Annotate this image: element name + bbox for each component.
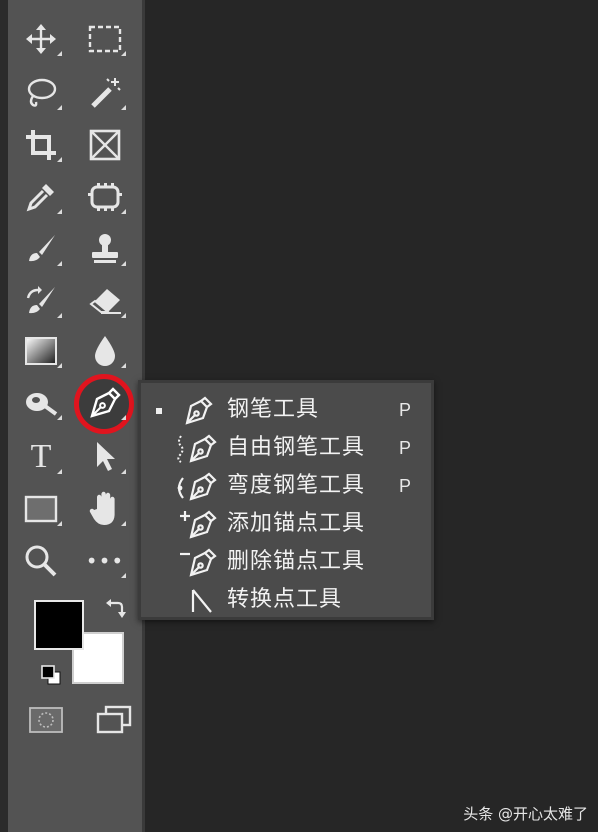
menu-item-shortcut: P — [399, 476, 412, 496]
hand-icon — [89, 491, 115, 525]
submenu-indicator — [121, 521, 126, 526]
submenu-indicator — [57, 261, 62, 266]
submenu-indicator — [57, 521, 62, 526]
submenu-indicator — [121, 209, 126, 214]
menu-item-shortcut: P — [399, 400, 412, 420]
submenu-indicator — [121, 415, 126, 420]
menu-item-delete-anchor-point-tool[interactable]: 删除锚点工具 — [141, 543, 431, 581]
hand-tool[interactable] — [78, 486, 132, 532]
submenu-indicator — [57, 157, 62, 162]
eyedropper-icon — [26, 184, 54, 212]
history-brush-tool[interactable] — [14, 278, 68, 324]
history-brush-icon — [26, 286, 55, 314]
foreground-color-swatch[interactable] — [34, 600, 84, 650]
zoom-icon — [25, 545, 57, 577]
crop-icon — [26, 130, 56, 160]
submenu-indicator — [121, 51, 126, 56]
swap-colors-button[interactable] — [104, 597, 126, 623]
move-tool[interactable] — [14, 16, 68, 62]
eyedropper-tool[interactable] — [14, 174, 68, 220]
menu-item-label: 添加锚点工具 — [227, 511, 366, 536]
more-icon: ••• — [85, 549, 125, 573]
magic-wand-icon — [91, 78, 121, 108]
pen-icon — [90, 387, 121, 418]
default-colors-icon — [41, 665, 61, 685]
gradient-tool[interactable] — [14, 328, 68, 374]
stamp-icon — [92, 234, 118, 263]
menu-item-freeform-pen-tool[interactable]: 自由钢笔工具 P — [141, 429, 431, 467]
stamp-tool[interactable] — [78, 226, 132, 272]
quick-mask-button[interactable] — [28, 706, 64, 738]
submenu-indicator — [57, 363, 62, 368]
screen-mode-button[interactable] — [94, 704, 134, 742]
pen-tool-flyout-menu: 钢笔工具 P 自由钢笔工具 P 弯度钢笔工具 P 添加锚点工具 删除锚点工具 转… — [138, 380, 434, 620]
menu-item-convert-point-tool[interactable]: 转换点工具 — [141, 581, 431, 619]
gradient-icon — [25, 337, 57, 365]
active-tool-bullet — [156, 408, 162, 414]
submenu-indicator — [121, 573, 126, 578]
menu-item-label: 钢笔工具 — [227, 397, 320, 422]
arrow-icon — [97, 442, 115, 471]
eraser-icon — [89, 289, 121, 314]
freeform-pen-icon — [177, 434, 217, 463]
default-colors-button[interactable] — [40, 664, 62, 690]
watermark: 头条 @开心太难了 — [463, 805, 588, 823]
frame-tool[interactable] — [78, 122, 132, 168]
patch-tool[interactable] — [78, 174, 132, 220]
tools-panel: T ••• — [8, 0, 145, 832]
swap-arrows-icon — [106, 599, 126, 618]
move-icon — [26, 24, 56, 54]
lasso-tool[interactable] — [14, 70, 68, 116]
more-tools[interactable]: ••• — [78, 538, 132, 584]
menu-item-label: 自由钢笔工具 — [227, 435, 366, 460]
left-edge — [0, 0, 8, 832]
brush-tool[interactable] — [14, 226, 68, 272]
magic-wand-tool[interactable] — [78, 70, 132, 116]
menu-item-label: 转换点工具 — [227, 587, 343, 612]
curvature-pen-icon — [177, 472, 217, 501]
submenu-indicator — [57, 105, 62, 110]
submenu-indicator — [57, 415, 62, 420]
submenu-indicator — [121, 469, 126, 474]
menu-item-add-anchor-point-tool[interactable]: 添加锚点工具 — [141, 505, 431, 543]
add-anchor-icon — [180, 510, 217, 539]
submenu-indicator — [121, 313, 126, 318]
delete-anchor-icon — [180, 548, 217, 577]
submenu-indicator — [57, 51, 62, 56]
path-selection-tool[interactable] — [78, 434, 132, 480]
type-tool[interactable]: T — [14, 434, 68, 480]
drop-icon — [95, 336, 115, 366]
blur-tool[interactable] — [78, 328, 132, 374]
eraser-tool[interactable] — [78, 278, 132, 324]
rectangle-icon — [24, 495, 58, 523]
menu-item-shortcut: P — [399, 438, 412, 458]
frame-icon — [89, 129, 121, 161]
pen-icon — [185, 396, 213, 425]
pen-tool[interactable] — [78, 380, 132, 426]
rect-marquee-icon — [88, 25, 122, 53]
submenu-indicator — [57, 313, 62, 318]
shape-tool[interactable] — [14, 486, 68, 532]
dodge-tool[interactable] — [14, 380, 68, 426]
marquee-tool[interactable] — [78, 16, 132, 62]
menu-item-label: 弯度钢笔工具 — [227, 473, 366, 498]
screen-mode-icon — [96, 705, 132, 734]
menu-item-pen-tool[interactable]: 钢笔工具 P — [141, 391, 431, 429]
submenu-indicator — [57, 209, 62, 214]
lasso-icon — [27, 78, 57, 107]
submenu-indicator — [121, 363, 126, 368]
brush-icon — [29, 235, 55, 262]
patch-icon — [88, 183, 122, 211]
menu-item-label: 删除锚点工具 — [227, 549, 366, 574]
menu-item-curvature-pen-tool[interactable]: 弯度钢笔工具 P — [141, 467, 431, 505]
submenu-indicator — [121, 105, 126, 110]
crop-tool[interactable] — [14, 122, 68, 168]
convert-point-icon — [191, 589, 212, 613]
submenu-indicator — [57, 469, 62, 474]
quick-mask-icon — [29, 707, 63, 733]
type-icon: T — [30, 438, 52, 475]
zoom-tool[interactable] — [14, 538, 68, 584]
dodge-icon — [26, 393, 58, 416]
submenu-indicator — [121, 261, 126, 266]
